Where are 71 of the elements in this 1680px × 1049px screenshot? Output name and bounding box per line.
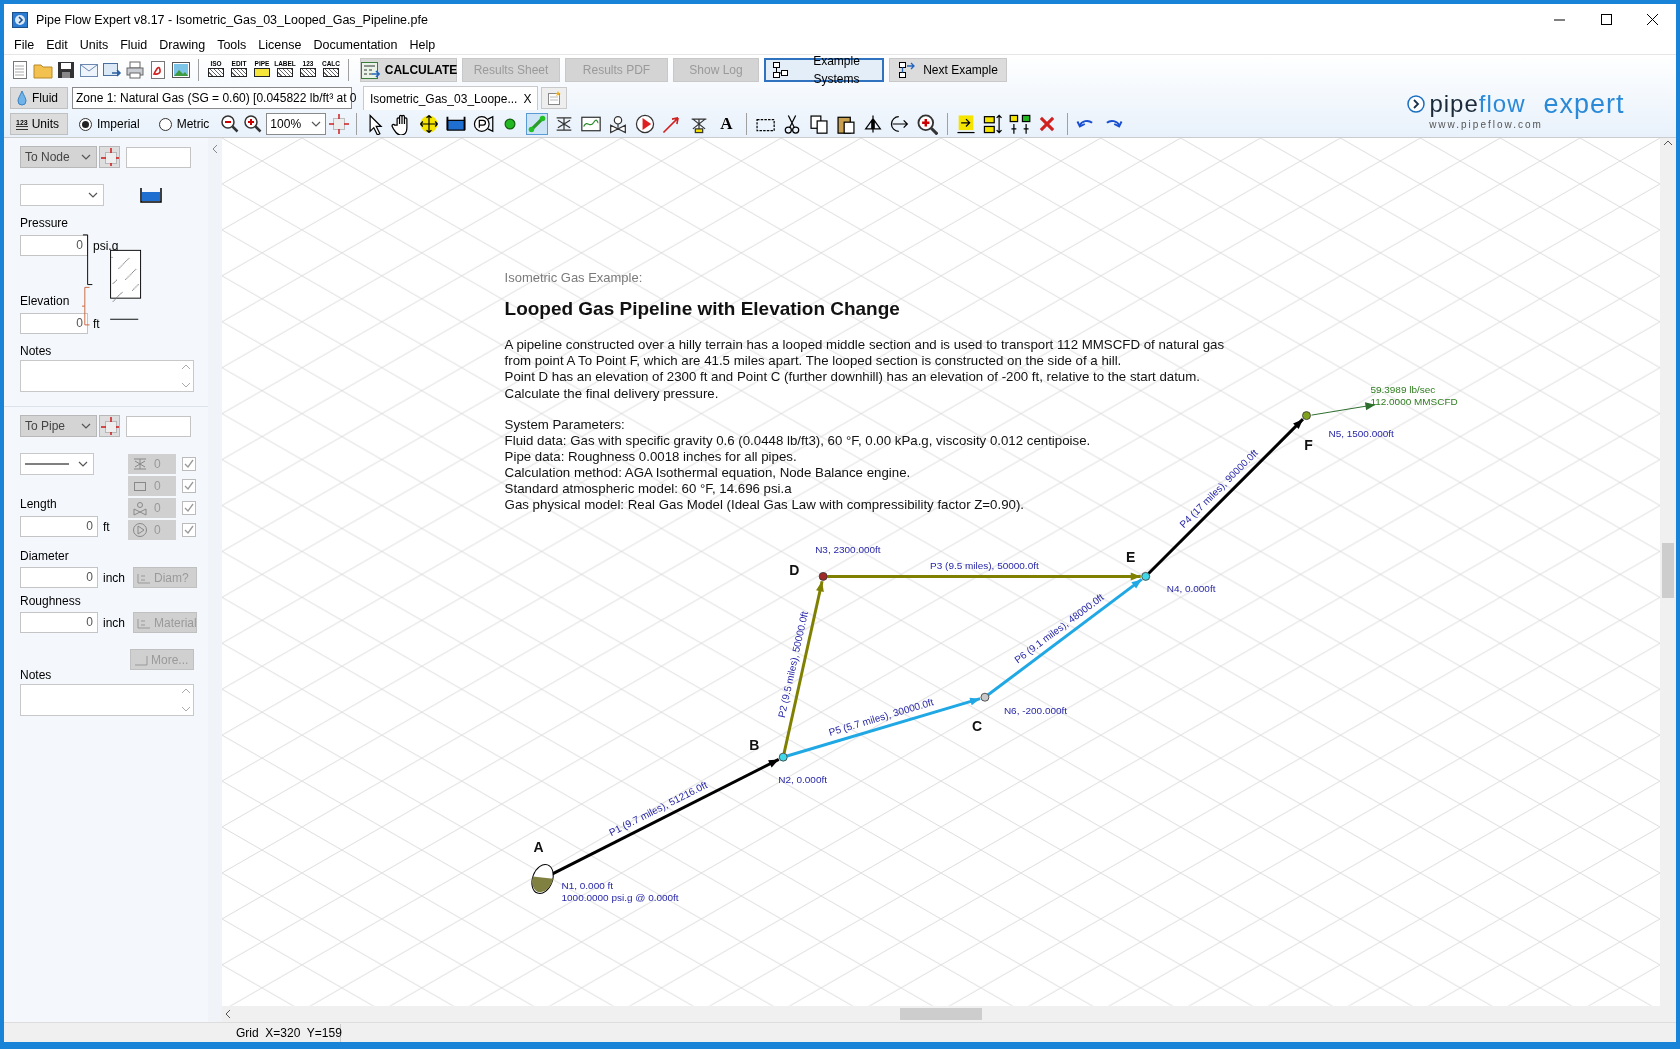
- menu-item[interactable]: File: [8, 35, 41, 55]
- elevation-unit: ft: [93, 315, 100, 333]
- menu-item[interactable]: Edit: [40, 35, 74, 55]
- fluid-button[interactable]: Fluid: [10, 87, 68, 109]
- point-letter: C: [971, 718, 982, 735]
- length-field[interactable]: 0: [20, 516, 98, 537]
- toolbar-button[interactable]: Next Example: [889, 58, 1007, 82]
- diameter-unit: inch: [103, 569, 126, 587]
- parameter-line: Pipe data: Roughness 0.0018 inches for all pipes.: [504, 448, 797, 464]
- logo-text: pipe: [1429, 90, 1479, 117]
- parameter-line: Gas physical model: Real Gas Model (Ideal Gas Law with compressibility factor Z=0.90).: [504, 497, 1025, 513]
- menu-item[interactable]: Help: [403, 35, 442, 55]
- diameter-label: Diameter: [20, 548, 70, 565]
- logo-text: expert: [1543, 90, 1625, 117]
- node-label: N3, 2300.000ft: [815, 544, 881, 556]
- parameters-heading: System Parameters:: [504, 416, 625, 432]
- notes-label: Notes: [20, 343, 53, 360]
- description-line: A pipeline constructed over a hilly terrain has a looped middle section and is used to transport 112 MMSCFD of natural gas: [504, 336, 1225, 352]
- menu-item[interactable]: Tools: [211, 35, 253, 55]
- node-label: N4, 0.000ft: [1166, 583, 1216, 595]
- node-label: N1, 0.000 ft: [561, 879, 614, 891]
- pressure-label: Pressure: [20, 215, 70, 232]
- pressure-field[interactable]: 0: [20, 235, 88, 256]
- unit-radio[interactable]: Metric: [158, 115, 210, 133]
- window-title: Pipe Flow Expert v8.17 - Isometric_Gas_03_Looped_Gas_Pipeline.pfe: [36, 11, 428, 29]
- node-label: N6, -200.000ft: [1003, 705, 1068, 717]
- logo-url: www.pipeflow.com: [1429, 117, 1543, 132]
- roughness-field[interactable]: 0: [20, 612, 98, 633]
- description-line: Point D has an elevation of 2300 ft and Point C (further downhill) has an elevation of -200 ft, relative to the start datum.: [504, 369, 1200, 385]
- document-tab[interactable]: Isometric_Gas_03_Loope... X: [363, 86, 539, 110]
- point-letter: D: [789, 562, 800, 579]
- node-label: N2, 0.000ft: [778, 774, 827, 786]
- parameter-line: Fluid data: Gas with specific gravity 0.6 (0.0448 lb/ft3), 60 °F, 0.00 kPa.g, viscosity 0.012 centipoise.: [504, 432, 1091, 448]
- unit-radio[interactable]: Imperial: [79, 115, 140, 133]
- menu-item[interactable]: Drawing: [153, 35, 212, 55]
- menu-item[interactable]: Units: [73, 35, 115, 55]
- parameter-line: Standard atmospheric model: 60 °F, 14.696 psi.a: [504, 481, 792, 497]
- description-line: from point A To Point F, which are 41.5 miles apart. The looped section is constructed on the side of a hill.: [504, 353, 1122, 368]
- diameter-field[interactable]: 0: [20, 567, 98, 588]
- notes-label: Notes: [20, 667, 53, 684]
- menu-item[interactable]: License: [252, 35, 308, 55]
- status-text: Grid X=320 Y=159: [226, 1023, 341, 1042]
- description-line: Calculate the final delivery pressure.: [504, 385, 719, 401]
- pipe-label: P2 (9.5 miles), 50000.0ft: [775, 610, 811, 719]
- logo-text: flow: [1478, 90, 1526, 117]
- length-unit: ft: [103, 518, 110, 536]
- text-tool-button[interactable]: A: [715, 113, 738, 135]
- point-letter: A: [533, 839, 544, 855]
- tab-close-button[interactable]: X: [523, 89, 532, 108]
- zoom-dropdown[interactable]: 100%: [266, 113, 327, 135]
- elevation-field[interactable]: 0: [20, 313, 88, 334]
- menu-item[interactable]: Fluid: [114, 35, 154, 55]
- pipe-type-dropdown[interactable]: To Pipe: [20, 415, 97, 437]
- point-letter: B: [749, 737, 760, 754]
- parameter-line: Calculation method: AGA Isothermal equation, Node Balance engine.: [504, 464, 911, 480]
- point-letter: F: [1304, 436, 1313, 453]
- flow-result: 59.3989 lb/sec: [1370, 383, 1436, 395]
- node-label: N5, 1500.000ft: [1328, 427, 1394, 439]
- point-letter: E: [1126, 549, 1136, 566]
- roughness-unit: inch: [103, 614, 126, 632]
- menu-item[interactable]: Documentation: [307, 35, 404, 55]
- length-label: Length: [20, 496, 58, 513]
- flow-result: 112.0000 MMSCFD: [1370, 395, 1458, 407]
- diagram-subtitle: Isometric Gas Example:: [504, 269, 643, 285]
- node-label: 1000.0000 psi.g @ 0.000ft: [561, 891, 679, 903]
- roughness-label: Roughness: [20, 593, 82, 610]
- calculate-button[interactable]: CALCULATE: [360, 58, 457, 82]
- node-type-dropdown[interactable]: To Node: [20, 146, 97, 168]
- elevation-label: Elevation: [20, 293, 71, 310]
- pipe-label: P3 (9.5 miles), 50000.0ft: [930, 560, 1039, 572]
- diagram-heading: Looped Gas Pipeline with Elevation Change: [504, 297, 900, 319]
